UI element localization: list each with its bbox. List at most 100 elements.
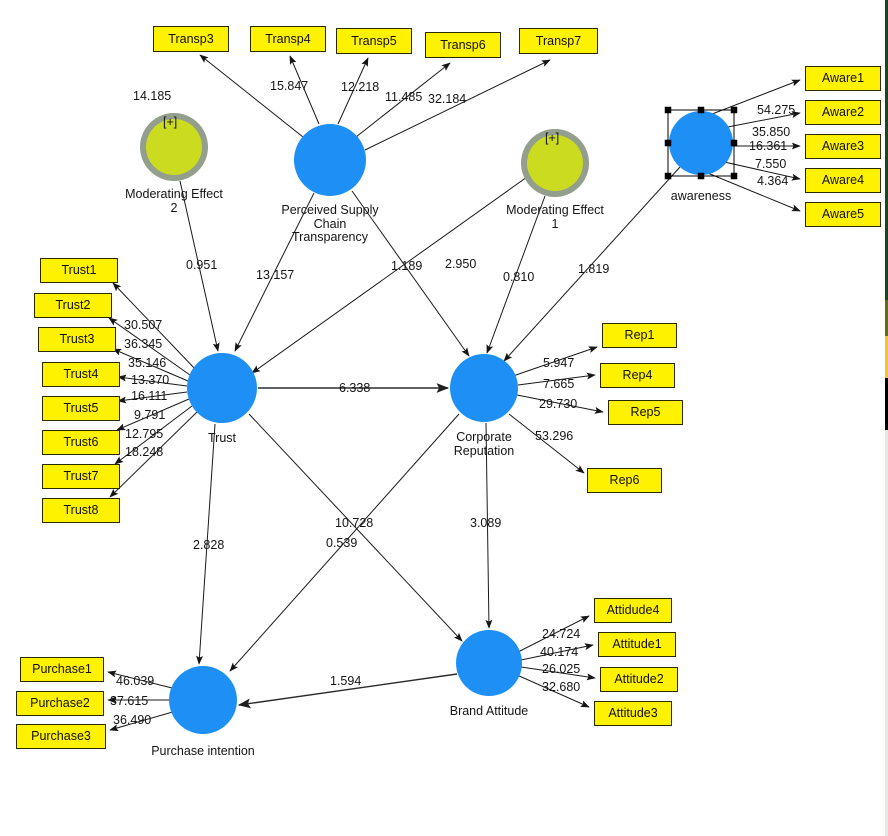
indicator-label: Transp7: [535, 33, 582, 48]
indicator-label: Transp3: [168, 31, 214, 46]
indicator-label: Trust1: [61, 263, 97, 278]
indicator-box-trust5[interactable]: Trust5: [42, 396, 120, 421]
indicator-label: Aware5: [821, 207, 865, 222]
indicator-label: Trust7: [63, 469, 99, 484]
coefficient-label-aware3: 16.361: [749, 139, 788, 153]
indicator-box-attitude2[interactable]: Attitude2: [600, 667, 678, 692]
indicator-box-rep4[interactable]: Rep4: [600, 363, 675, 388]
indicator-box-aware4[interactable]: Aware4: [805, 168, 881, 193]
coefficient-label-trust3: 35.146: [128, 356, 167, 370]
indicator-label: Trust8: [63, 503, 99, 518]
coefficient-label-trust1: 30.507: [124, 318, 163, 332]
coefficient-label-rep5: 29.730: [539, 397, 578, 411]
indicator-box-attidude4[interactable]: Attidude4: [594, 598, 672, 623]
coefficient-label-purchase2: 37.615: [110, 694, 149, 708]
indicator-box-trust7[interactable]: Trust7: [42, 464, 120, 489]
indicator-label: Aware4: [821, 173, 865, 188]
indicator-box-purchase3[interactable]: Purchase3: [16, 724, 106, 749]
indicator-box-transp6[interactable]: Transp6: [425, 32, 501, 58]
indicator-label: Rep1: [624, 328, 655, 343]
moderator-label-2: Moderating Effect 2: [125, 187, 223, 215]
coefficient-label-attitude3: 32.680: [542, 680, 581, 694]
coefficient-label-purchase3: 36.490: [113, 713, 152, 727]
coefficient-label-rep4: 7.665: [543, 377, 575, 391]
coefficient-label-transp7: 32.184: [428, 92, 467, 106]
coefficient-label-trust6: 9.791: [134, 408, 166, 422]
indicator-box-purchase1[interactable]: Purchase1: [20, 657, 104, 682]
coefficient-label-reputation-purchase: 0.539: [326, 536, 358, 550]
coefficient-label-aware5: 4.364: [757, 174, 789, 188]
indicator-box-trust1[interactable]: Trust1: [40, 258, 118, 283]
diagram-canvas[interactable]: Transp3 Transp4 Transp5 Transp6 Transp7 …: [0, 0, 888, 836]
coefficient-label-attitude-purchase: 1.594: [330, 674, 362, 688]
indicator-label: Purchase2: [30, 696, 90, 711]
indicator-box-aware5[interactable]: Aware5: [805, 202, 881, 227]
indicator-box-transp7[interactable]: Transp7: [519, 28, 598, 54]
coefficient-label-mod2-trust: 0.951: [186, 258, 218, 272]
indicator-box-trust4[interactable]: Trust4: [42, 362, 120, 387]
moderator-badge-1: [+]: [545, 131, 560, 145]
coefficient-label-awareness-reputation: 1.819: [578, 262, 610, 276]
indicator-box-aware1[interactable]: Aware1: [805, 66, 881, 91]
indicator-label: Rep6: [609, 473, 640, 488]
coefficient-label-attidude4: 24.724: [542, 627, 581, 641]
indicator-box-attitude1[interactable]: Attitude1: [598, 632, 676, 657]
indicator-box-aware2[interactable]: Aware2: [805, 100, 881, 125]
construct-label-attitude: Brand Attitude: [449, 704, 529, 718]
indicator-box-rep5[interactable]: Rep5: [608, 400, 683, 425]
indicator-box-trust2[interactable]: Trust2: [34, 293, 112, 318]
construct-label-purchase: Purchase intention: [151, 744, 255, 758]
moderator-badge-2: [+]: [163, 115, 178, 129]
indicator-label: Attitude3: [608, 706, 658, 721]
indicator-box-attitude3[interactable]: Attitude3: [594, 701, 672, 726]
coefficient-label-trust2: 36.345: [124, 337, 163, 351]
indicator-box-transp3[interactable]: Transp3: [153, 26, 229, 52]
coefficient-label-aware2: 35.850: [752, 125, 791, 139]
coefficient-label-mod1-reputation: 0.810: [503, 270, 535, 284]
coefficient-label-transp6: 11.485: [385, 90, 423, 104]
diagram-labels-layer: Transp3 Transp4 Transp5 Transp6 Transp7 …: [0, 0, 888, 836]
indicator-box-transp4[interactable]: Transp4: [250, 26, 326, 52]
indicator-label: Aware1: [821, 71, 865, 86]
indicator-label: Attitude1: [612, 637, 662, 652]
indicator-label: Trust6: [63, 435, 99, 450]
indicator-box-purchase2[interactable]: Purchase2: [16, 691, 104, 716]
coefficient-label-attitude2: 26.025: [542, 662, 581, 676]
indicator-label: Trust2: [55, 298, 91, 313]
indicator-label: Rep5: [630, 405, 661, 420]
coefficient-label-rep1: 5.947: [543, 356, 575, 370]
indicator-box-trust6[interactable]: Trust6: [42, 430, 120, 455]
indicator-box-aware3[interactable]: Aware3: [805, 134, 881, 159]
coefficient-label-transparency-trust: 13.157: [256, 268, 295, 282]
indicator-label: Attidude4: [606, 603, 660, 618]
construct-label-trust: Trust: [207, 431, 236, 445]
indicator-box-rep6[interactable]: Rep6: [587, 468, 662, 493]
indicator-label: Transp6: [440, 37, 486, 52]
indicator-label: Aware2: [821, 105, 865, 120]
coefficient-label-transp5: 12.218: [341, 80, 380, 94]
coefficient-label-trust-attitude: 10.728: [335, 516, 374, 530]
indicator-box-rep1[interactable]: Rep1: [602, 323, 677, 348]
moderator-label-1: Moderating Effect 1: [506, 203, 604, 231]
coefficient-label-transp3: 14.185: [133, 89, 172, 103]
coefficient-label-transparency-reputation: 1.189: [391, 259, 423, 273]
coefficient-label-purchase1: 46.039: [116, 674, 155, 688]
indicator-label: Purchase1: [32, 662, 92, 677]
coefficient-label-transp4: 15.847: [270, 79, 309, 93]
coefficient-label-reputation-attitude: 3.089: [470, 516, 502, 530]
indicator-box-trust8[interactable]: Trust8: [42, 498, 120, 523]
coefficient-label-trust8: 18.248: [125, 445, 164, 459]
coefficient-label-attitude1: 40.174: [540, 645, 579, 659]
indicator-box-transp5[interactable]: Transp5: [336, 28, 412, 54]
indicator-label: Trust4: [63, 367, 99, 382]
indicator-label: Transp5: [351, 33, 397, 48]
indicator-label: Trust5: [63, 401, 99, 416]
indicator-label: Purchase3: [31, 729, 91, 744]
coefficient-label-mod1-trust: 2.950: [445, 257, 477, 271]
indicator-box-trust3[interactable]: Trust3: [38, 327, 116, 352]
indicator-label: Aware3: [821, 139, 865, 154]
coefficient-label-trust-purchase: 2.828: [193, 538, 225, 552]
construct-label-reputation: Corporate Reputation: [453, 430, 515, 458]
coefficient-label-aware1: 54.275: [757, 103, 796, 117]
coefficient-label-trust5: 16.111: [131, 389, 168, 403]
